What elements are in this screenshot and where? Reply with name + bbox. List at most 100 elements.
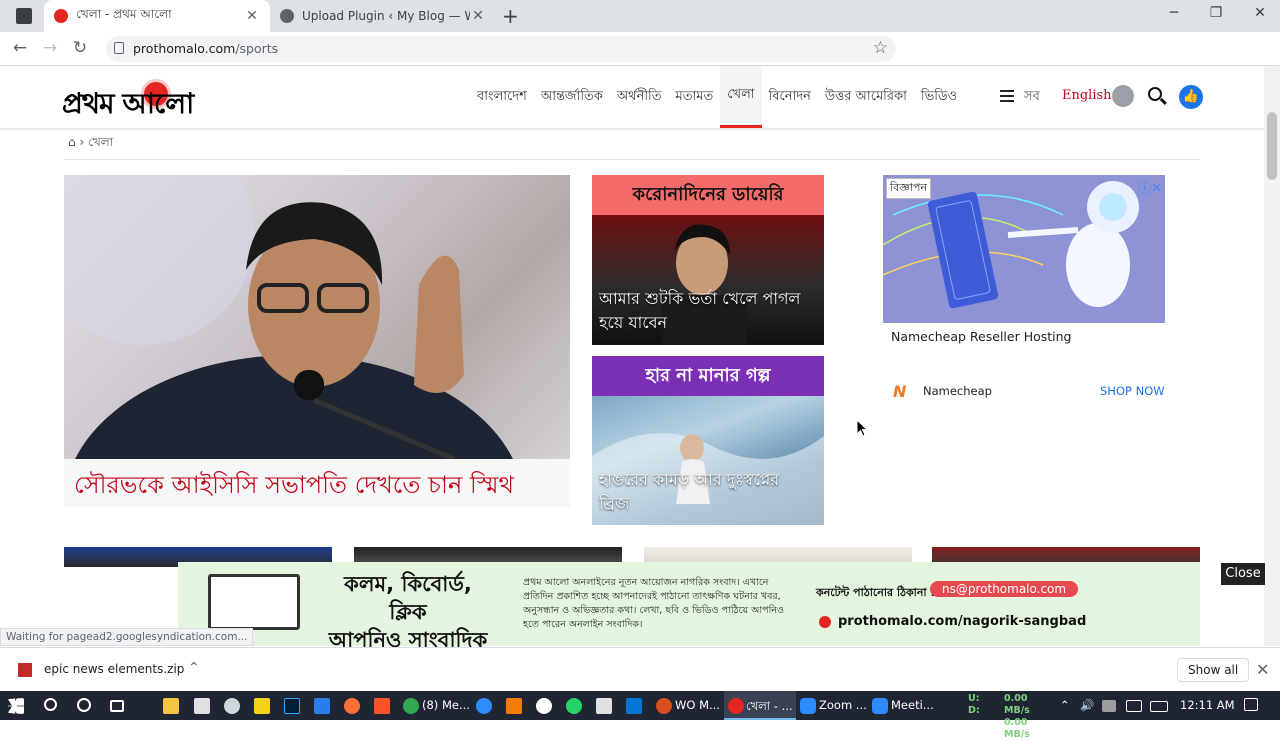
story-card[interactable]: করোনাদিনের ডায়েরি আমার শুটকি ভর্তা খেলে… bbox=[592, 175, 824, 345]
new-tab-button[interactable]: + bbox=[502, 4, 519, 28]
breadcrumb-sports[interactable]: খেলা bbox=[88, 135, 113, 149]
taskbar-item-label[interactable]: Meeti... bbox=[891, 698, 934, 712]
taskbar-clock[interactable]: 12:11 AM bbox=[1180, 698, 1235, 712]
photoshop-icon[interactable] bbox=[284, 698, 300, 714]
card-caption[interactable]: হাঙরের কামড় আর দুঃস্বপ্নের ব্রিজ bbox=[599, 468, 779, 516]
namecheap-logo-icon: N bbox=[893, 382, 907, 401]
taskbar-item-label[interactable]: খেলা - ... bbox=[746, 698, 793, 717]
close-tab-icon[interactable]: ✕ bbox=[244, 8, 260, 24]
app-icon[interactable] bbox=[224, 698, 240, 714]
story-card[interactable]: হার না মানার গল্প হাঙরের কামড় আর দুঃস্ব… bbox=[592, 356, 824, 525]
show-all-button[interactable]: Show all bbox=[1177, 658, 1250, 682]
scrollbar-thumb[interactable] bbox=[1267, 112, 1277, 180]
download-item[interactable]: epic news elements.zip bbox=[18, 662, 184, 677]
lock-icon[interactable] bbox=[114, 42, 124, 54]
main-nav: বাংলাদেশ আন্তর্জাতিক অর্থনীতি মতামত খেলা… bbox=[470, 66, 964, 128]
banner-email-link[interactable]: ns@prothomalo.com bbox=[930, 581, 1079, 597]
ad-label: বিজ্ঞাপন bbox=[886, 178, 932, 199]
url-text[interactable]: prothomalo.com/sports bbox=[133, 41, 278, 56]
minimize-button[interactable]: ─ bbox=[1164, 5, 1184, 21]
keyboard-icon[interactable] bbox=[1150, 701, 1168, 712]
wifi-icon[interactable] bbox=[1126, 700, 1142, 712]
nav-item-international[interactable]: আন্তর্জাতিক bbox=[534, 66, 610, 128]
taskbar-item-label[interactable]: Zoom ... bbox=[819, 698, 867, 712]
breadcrumb: ⌂ › খেলা bbox=[68, 135, 114, 149]
ad-brand[interactable]: Namecheap bbox=[923, 384, 992, 398]
caption-line: আমার শুটকি ভর্তা খেলে পাগল bbox=[599, 289, 801, 308]
omnibox[interactable]: prothomalo.com/sports ☆ bbox=[106, 36, 896, 62]
zoom-icon[interactable] bbox=[872, 698, 888, 714]
tab-upload-plugin[interactable]: Upload Plugin ‹ My Blog — Wor ✕ bbox=[270, 0, 496, 32]
lead-story-headline-box[interactable]: সৌরভকে আইসিসি সভাপতি দেখতে চান স্মিথ bbox=[64, 459, 570, 507]
hamburger-menu-icon[interactable] bbox=[1000, 90, 1014, 102]
restore-button[interactable]: ❐ bbox=[1206, 5, 1226, 21]
forward-button[interactable]: → bbox=[40, 38, 60, 58]
ad-close-icon[interactable]: ⓘ✕ bbox=[1138, 177, 1162, 196]
mouse-cursor-icon bbox=[856, 419, 868, 437]
bookmark-star-icon[interactable]: ☆ bbox=[873, 38, 888, 58]
chrome-icon[interactable] bbox=[403, 698, 419, 714]
back-button[interactable]: ← bbox=[10, 38, 30, 58]
home-icon[interactable]: ⌂ bbox=[68, 135, 76, 149]
close-window-button[interactable]: ✕ bbox=[1250, 5, 1270, 21]
card-caption[interactable]: আমার শুটকি ভর্তা খেলে পাগল হয়ে যাবেন bbox=[599, 287, 800, 335]
firefox-icon[interactable] bbox=[344, 698, 360, 714]
app-icon[interactable] bbox=[506, 698, 522, 714]
whatsapp-icon[interactable] bbox=[566, 698, 582, 714]
ad-image[interactable]: বিজ্ঞাপন ⓘ✕ bbox=[883, 175, 1165, 323]
windows-start-icon[interactable] bbox=[8, 698, 24, 714]
net-up-value: 0.00 MB/s bbox=[1004, 693, 1030, 716]
lead-story-image[interactable] bbox=[64, 175, 570, 459]
cortana-icon[interactable] bbox=[77, 698, 91, 712]
net-down-label: D: bbox=[968, 705, 980, 716]
all-sections-link[interactable]: সব bbox=[1024, 87, 1040, 108]
nav-item-bangladesh[interactable]: বাংলাদেশ bbox=[470, 66, 534, 128]
banner-url-link[interactable]: prothomalo.com/nagorik-sangbad bbox=[838, 614, 1086, 629]
close-downloads-icon[interactable]: ✕ bbox=[1256, 660, 1269, 679]
lead-story-headline[interactable]: সৌরভকে আইসিসি সভাপতি দেখতে চান স্মিথ bbox=[74, 467, 514, 507]
zoom-icon[interactable] bbox=[800, 698, 816, 714]
close-tab-icon[interactable]: ✕ bbox=[470, 8, 486, 24]
file-explorer-icon[interactable] bbox=[163, 698, 179, 714]
window-menu-icon[interactable] bbox=[16, 8, 32, 24]
task-view-icon[interactable] bbox=[110, 700, 124, 712]
citizen-journalism-banner[interactable]: কলম, কিবোর্ড, ক্লিক আপনিও সাংবাদিক প্রথম… bbox=[178, 562, 1200, 652]
nav-item-opinion[interactable]: মতামত bbox=[669, 66, 721, 128]
app-icon[interactable] bbox=[626, 698, 642, 714]
sticky-notes-icon[interactable] bbox=[254, 698, 270, 714]
nav-item-economy[interactable]: অর্থনীতি bbox=[610, 66, 669, 128]
volume-icon[interactable]: 🔊 bbox=[1080, 698, 1094, 712]
tab-prothomalo[interactable]: খেলা - প্রথম আলো ✕ bbox=[44, 0, 270, 32]
user-icon[interactable] bbox=[1112, 85, 1134, 107]
nav-item-sports[interactable]: খেলা bbox=[720, 66, 762, 128]
chrome-icon[interactable] bbox=[728, 698, 744, 714]
search-icon[interactable] bbox=[1148, 87, 1162, 101]
app-icon[interactable] bbox=[314, 698, 330, 714]
english-link[interactable]: English bbox=[1062, 88, 1112, 103]
app-icon[interactable] bbox=[476, 698, 492, 714]
shop-now-button[interactable]: SHOP NOW bbox=[1100, 384, 1165, 398]
browser-status-text: Waiting for pagead2.googlesyndication.co… bbox=[0, 628, 254, 646]
notification-icon[interactable] bbox=[1244, 698, 1258, 711]
calculator-icon[interactable] bbox=[194, 698, 210, 714]
chevron-up-icon[interactable]: ⌃ bbox=[188, 660, 200, 676]
taskbar-item-label[interactable]: (8) Me... bbox=[422, 698, 470, 712]
battery-icon[interactable] bbox=[1102, 700, 1116, 712]
tab-title: খেলা - প্রথম আলো bbox=[76, 7, 172, 21]
app-icon[interactable] bbox=[596, 698, 612, 714]
divider bbox=[64, 159, 1200, 160]
search-icon[interactable] bbox=[44, 698, 57, 711]
brave-icon[interactable] bbox=[374, 698, 390, 714]
ad-title[interactable]: Namecheap Reseller Hosting bbox=[891, 329, 1072, 344]
nav-item-north-america[interactable]: উত্তর আমেরিকা bbox=[818, 66, 914, 128]
taskbar-item-label[interactable]: WO M... bbox=[675, 698, 720, 712]
banner-close-button[interactable]: Close bbox=[1221, 563, 1265, 585]
nav-item-entertainment[interactable]: বিনোদন bbox=[762, 66, 818, 128]
app-icon[interactable] bbox=[656, 698, 672, 714]
reload-button[interactable]: ↻ bbox=[70, 38, 90, 58]
chevron-up-icon[interactable]: ⌃ bbox=[1060, 698, 1070, 712]
caption-line: হয়ে যাবেন bbox=[599, 313, 668, 332]
like-icon[interactable]: 👍 bbox=[1179, 85, 1203, 109]
app-icon[interactable] bbox=[536, 698, 552, 714]
nav-item-video[interactable]: ভিডিও bbox=[914, 66, 964, 128]
